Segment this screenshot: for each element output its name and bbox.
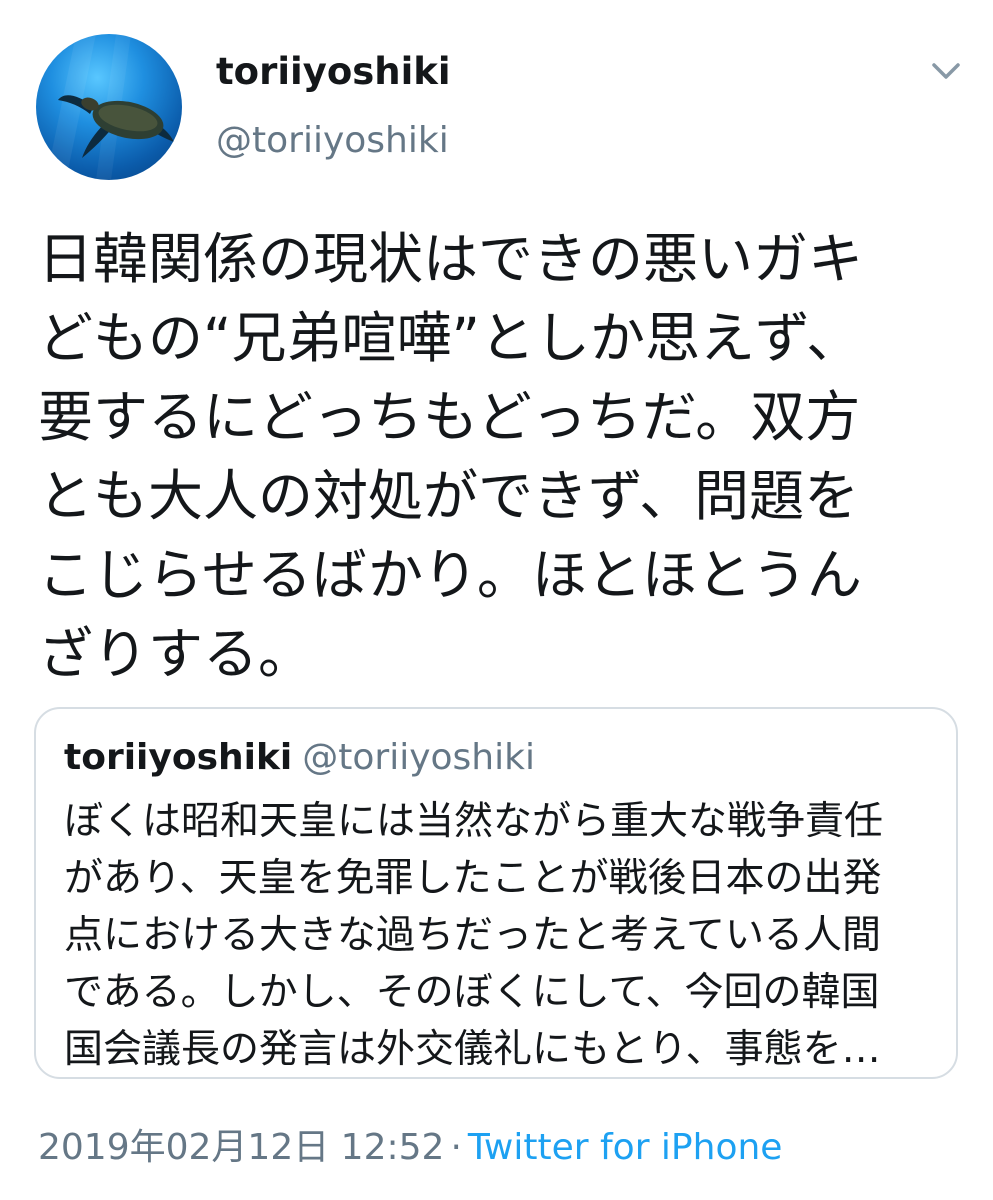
meta-separator: ·	[450, 1127, 462, 1168]
tweet-text-line: 日韓関係の現状はできの悪いガキ	[38, 227, 864, 291]
tweet-text-line: 要するにどっちもどっちだ。双方	[38, 385, 861, 449]
quoted-text-line: があり、天皇を免罪したことが戦後日本の出発	[64, 856, 882, 901]
avatar[interactable]	[36, 34, 182, 180]
tweet-text-line: どもの“兄弟喧嘩”としか思えず、	[38, 306, 862, 370]
tweet-text: 日韓関係の現状はできの悪いガキ どもの“兄弟喧嘩”としか思えず、 要するにどっち…	[38, 220, 958, 694]
quoted-text-line: である。しかし、そのぼくにして、今回の韓国	[64, 970, 880, 1015]
tweet-text-line: ざりする。	[38, 622, 314, 686]
quoted-author-name: toriiyoshiki	[64, 737, 293, 778]
quoted-text-line: ぼくは昭和天皇には当然ながら重大な戦争責任	[64, 799, 884, 844]
author-handle[interactable]: @toriiyoshiki	[216, 120, 449, 161]
tweet-source-link[interactable]: Twitter for iPhone	[468, 1127, 783, 1168]
chevron-down-icon[interactable]	[926, 56, 966, 86]
quoted-tweet-text: ぼくは昭和天皇には当然ながら重大な戦争責任 があり、天皇を免罪したことが戦後日本…	[64, 793, 944, 1078]
tweet: toriiyoshiki @toriiyoshiki 日韓関係の現状はできの悪い…	[0, 0, 993, 1200]
quoted-tweet-header: toriiyoshiki @toriiyoshiki	[64, 737, 535, 778]
tweet-text-line: とも大人の対処ができず、問題を	[38, 464, 860, 528]
quoted-text-line: 国会議長の発言は外交儀礼にもとり、事態を…	[64, 1027, 881, 1072]
sea-turtle-icon	[46, 34, 174, 180]
author-display-name[interactable]: toriiyoshiki	[216, 50, 451, 93]
tweet-text-line: こじらせるばかり。ほとほとうん	[38, 543, 862, 607]
quoted-tweet-card[interactable]: toriiyoshiki @toriiyoshiki ぼくは昭和天皇には当然ながら…	[34, 707, 958, 1079]
tweet-timestamp[interactable]: 2019年02月12日 12:52	[38, 1127, 444, 1168]
quoted-author-handle: @toriiyoshiki	[302, 737, 535, 778]
tweet-meta: 2019年02月12日 12:52 · Twitter for iPhone	[38, 1118, 782, 1170]
quoted-text-line: 点における大きな過ちだったと考えている人間	[64, 913, 882, 958]
